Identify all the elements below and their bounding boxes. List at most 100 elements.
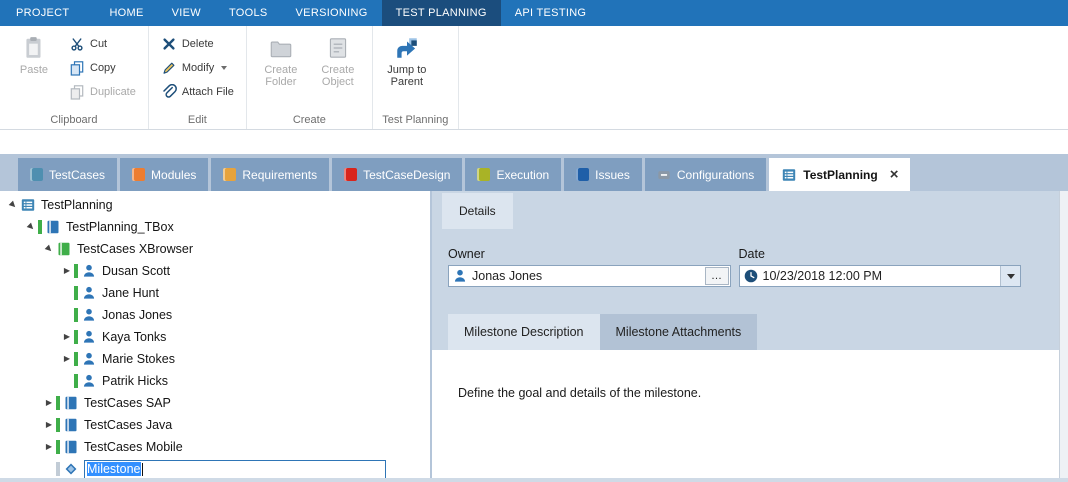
- tab-milestone-description[interactable]: Milestone Description: [448, 314, 600, 350]
- tab-label: Modules: [151, 168, 196, 182]
- list-icon: [20, 197, 36, 213]
- delete-button[interactable]: Delete: [156, 32, 239, 56]
- create-object-icon: [325, 34, 351, 61]
- fields-row: Owner Jonas Jones … Date 10/23/2018 12:0…: [448, 247, 1021, 287]
- tree-item-label: Marie Stokes: [102, 352, 175, 366]
- diamond-icon: [63, 461, 79, 477]
- ribbon-group-test-planning: Jump to ParentTest Planning: [373, 26, 459, 129]
- configurations-icon: [657, 168, 671, 182]
- tree-item-patrik-hicks[interactable]: Patrik Hicks: [0, 370, 430, 392]
- create-object-button[interactable]: Create Object: [311, 29, 365, 88]
- tab-execution[interactable]: Execution: [465, 158, 561, 191]
- tree-item-milestone[interactable]: Milestone: [0, 458, 430, 478]
- expand-arrow-icon[interactable]: ▶: [42, 443, 56, 451]
- person-icon: [81, 351, 97, 367]
- button-label: Jump to Parent: [380, 64, 434, 88]
- tree-item-testcases-xbrowser[interactable]: ▶TestCases XBrowser: [0, 238, 430, 260]
- tree-item-dusan-scott[interactable]: ▶Dusan Scott: [0, 260, 430, 282]
- status-bar: [56, 462, 60, 476]
- tab-details-label: Details: [459, 204, 496, 218]
- status-bar: [38, 220, 42, 234]
- create-folder-button[interactable]: Create Folder: [254, 29, 308, 88]
- tree-item-label: TestPlanning_TBox: [66, 220, 174, 234]
- expand-arrow-icon[interactable]: ▶: [60, 267, 74, 275]
- owner-browse-button[interactable]: …: [705, 267, 729, 285]
- vertical-scrollbar[interactable]: [1059, 191, 1068, 478]
- modify-button[interactable]: Modify: [156, 56, 239, 80]
- expand-arrow-icon[interactable]: ▶: [5, 197, 21, 213]
- menu-tab-api-testing[interactable]: API TESTING: [501, 0, 601, 26]
- button-label: Create Folder: [254, 64, 308, 88]
- tree-item-testcases-java[interactable]: ▶TestCases Java: [0, 414, 430, 436]
- main-area: ▶TestPlanning▶TestPlanning_TBox▶TestCase…: [0, 191, 1068, 478]
- menu-tab-versioning[interactable]: VERSIONING: [282, 0, 382, 26]
- milestone-description-area[interactable]: Define the goal and details of the miles…: [432, 350, 1059, 478]
- copy-button[interactable]: Copy: [64, 56, 141, 80]
- ribbon-group-clipboard: PasteCutCopyDuplicateClipboard: [0, 26, 149, 129]
- tab-milestone-attachments[interactable]: Milestone Attachments: [600, 314, 758, 350]
- paste-button[interactable]: Paste: [7, 29, 61, 104]
- attach-file-button[interactable]: Attach File: [156, 80, 239, 104]
- attach-file-icon: [161, 84, 177, 100]
- tree-item-label: TestCases SAP: [84, 396, 171, 410]
- status-bar: [56, 396, 60, 410]
- tree-item-kaya-tonks[interactable]: ▶Kaya Tonks: [0, 326, 430, 348]
- tree-item-jane-hunt[interactable]: Jane Hunt: [0, 282, 430, 304]
- tab-details[interactable]: Details: [442, 193, 513, 229]
- expand-arrow-icon[interactable]: ▶: [60, 355, 74, 363]
- expand-arrow-icon[interactable]: ▶: [42, 399, 56, 407]
- menu-tab-home[interactable]: HOME: [95, 0, 157, 26]
- close-icon[interactable]: ×: [890, 167, 899, 182]
- duplicate-button[interactable]: Duplicate: [64, 80, 141, 104]
- book-blue-icon: [63, 417, 79, 433]
- workspace-tabstrip: TestCases Modules RequirementsTestCaseDesi…: [0, 154, 1068, 191]
- tab-requirements[interactable]: Requirements: [211, 158, 329, 191]
- tree-item-marie-stokes[interactable]: ▶ Marie Stokes: [0, 348, 430, 370]
- cut-button[interactable]: Cut: [64, 32, 141, 56]
- ribbon-group-label: Create: [247, 114, 372, 126]
- status-bar: [74, 308, 78, 322]
- tree-item-testcases-sap[interactable]: ▶ TestCases SAP: [0, 392, 430, 414]
- person-icon: [81, 307, 97, 323]
- tab-testcasedesign[interactable]: TestCaseDesign: [332, 158, 462, 191]
- testplanning-tree: ▶TestPlanning▶TestPlanning_TBox▶TestCase…: [0, 191, 430, 478]
- testcases-icon: [30, 168, 43, 181]
- status-bar: [74, 352, 78, 366]
- tab-testplanning[interactable]: TestPlanning×: [769, 158, 910, 191]
- menubar-tabs: HOMEVIEWTOOLSVERSIONINGTEST PLANNINGAPI …: [95, 0, 600, 26]
- tree-item-testplanning[interactable]: ▶ TestPlanning: [0, 194, 430, 216]
- tab-issues[interactable]: Issues: [564, 158, 642, 191]
- menu-project[interactable]: PROJECT: [0, 0, 85, 26]
- tab-label: Execution: [496, 168, 549, 182]
- owner-field[interactable]: Jonas Jones …: [448, 265, 731, 287]
- status-bar: [74, 330, 78, 344]
- jump-to-parent-button[interactable]: Jump to Parent: [380, 29, 434, 88]
- button-label: Attach File: [182, 86, 234, 98]
- book-blue-icon: [45, 219, 61, 235]
- tab-modules[interactable]: Modules: [120, 158, 208, 191]
- expand-arrow-icon[interactable]: ▶: [42, 421, 56, 429]
- milestone-tabs: Milestone DescriptionMilestone Attachmen…: [448, 314, 1059, 350]
- issues-icon: [576, 168, 589, 181]
- date-dropdown-button[interactable]: [1000, 266, 1020, 286]
- tree-item-label: TestPlanning: [41, 198, 113, 212]
- expand-arrow-icon[interactable]: ▶: [41, 241, 57, 257]
- ribbon-group-create: Create FolderCreate Object Create: [247, 26, 373, 129]
- date-field[interactable]: 10/23/2018 12:00 PM: [739, 265, 1022, 287]
- expand-arrow-icon[interactable]: ▶: [23, 219, 39, 235]
- tab-testcases[interactable]: TestCases: [18, 158, 117, 191]
- status-bar: [56, 440, 60, 454]
- book-blue-icon: [63, 439, 79, 455]
- tree-item-testplanning-tbox[interactable]: ▶ TestPlanning_TBox: [0, 216, 430, 238]
- expand-arrow-icon[interactable]: ▶: [60, 333, 74, 341]
- date-value: 10/23/2018 12:00 PM: [763, 269, 1001, 283]
- tree-item-name-editor[interactable]: Milestone: [84, 460, 386, 479]
- menu-tab-view[interactable]: VIEW: [158, 0, 215, 26]
- person-icon: [81, 285, 97, 301]
- menu-tab-tools[interactable]: TOOLS: [215, 0, 282, 26]
- button-label: Cut: [90, 38, 107, 50]
- tree-item-testcases-mobile[interactable]: ▶TestCases Mobile: [0, 436, 430, 458]
- menu-tab-test-planning[interactable]: TEST PLANNING: [382, 0, 501, 26]
- tree-item-jonas-jones[interactable]: Jonas Jones: [0, 304, 430, 326]
- tab-configurations[interactable]: Configurations: [645, 158, 766, 191]
